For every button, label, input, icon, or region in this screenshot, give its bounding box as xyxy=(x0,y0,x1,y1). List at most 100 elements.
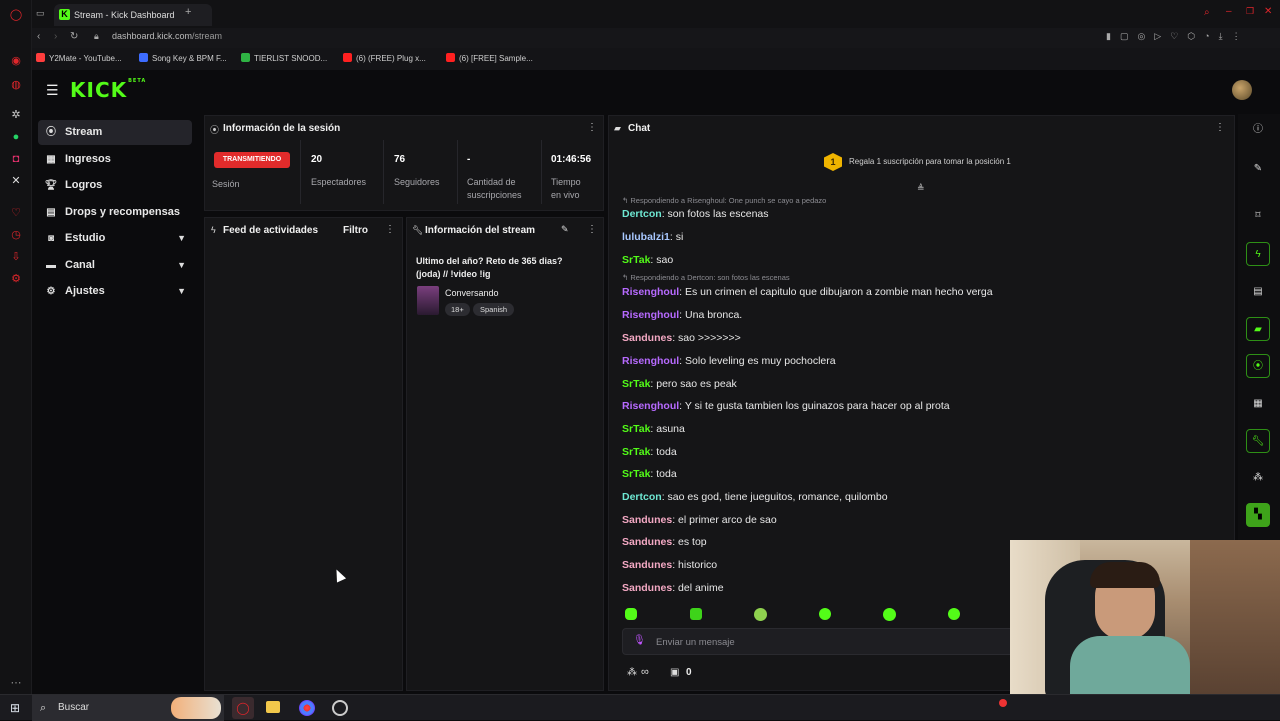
reload-icon[interactable]: ↻ xyxy=(70,31,78,42)
emote-icon[interactable] xyxy=(690,608,702,620)
chrome-icon[interactable] xyxy=(299,700,315,716)
bookmark-item[interactable]: TIERLIST SNOOD... xyxy=(241,53,327,63)
chat-username[interactable]: Risenghoul xyxy=(622,400,679,412)
chat-input[interactable]: 🎙︎ Enviar un mensaje xyxy=(622,628,1022,655)
search-icon: ⌕ xyxy=(40,702,47,714)
chat-username[interactable]: Sandunes xyxy=(622,582,672,594)
back-icon[interactable]: ‹ xyxy=(37,31,40,42)
minimize-icon[interactable]: – xyxy=(1226,6,1232,17)
sidebar-item-ajustes[interactable]: ⚙ Ajustes ▼ xyxy=(38,279,192,304)
tag-chip[interactable]: 18+ xyxy=(445,303,470,316)
session-info-panel: ⦿ Información de la sesión ⋮ TRANSMITIEN… xyxy=(204,115,604,211)
new-tab-icon[interactable]: + xyxy=(185,6,191,18)
search-icon[interactable]: ⌕ xyxy=(1204,7,1210,18)
microphone-icon[interactable]: 🎙︎ xyxy=(633,635,646,646)
emote-icon[interactable] xyxy=(883,608,896,621)
forward-icon[interactable]: › xyxy=(54,31,57,42)
sidebar-item-logros[interactable]: 🏆︎ Logros xyxy=(38,173,192,198)
broadcast-icon[interactable]: ⦿ xyxy=(1246,354,1270,378)
layout-icon[interactable]: ▦ xyxy=(1246,392,1270,416)
chat-username[interactable]: SrTak xyxy=(622,468,650,480)
chat-username[interactable]: SrTak xyxy=(622,254,650,266)
studio-icon: ◙ xyxy=(47,233,55,244)
share-icon[interactable]: ⁂ xyxy=(1246,466,1270,490)
heart-icon[interactable]: ♡ xyxy=(9,206,23,220)
points-icon[interactable]: ⁂ xyxy=(627,667,637,678)
kebab-menu-icon[interactable]: ⋮ xyxy=(587,122,597,133)
emote-icon[interactable] xyxy=(625,608,637,620)
kebab-menu-icon[interactable]: ⋮ xyxy=(1215,122,1225,133)
gift-icon[interactable]: ▣ xyxy=(670,667,679,678)
wrench-icon[interactable]: 🔧︎ xyxy=(1246,429,1270,453)
chat-username[interactable]: SrTak xyxy=(622,446,650,458)
bookmark-item[interactable]: Y2Mate - YouTube... xyxy=(36,53,122,63)
chat-username[interactable]: Risenghoul xyxy=(622,309,679,321)
file-explorer-icon[interactable] xyxy=(266,701,280,713)
clapper-icon[interactable]: ▚ xyxy=(1246,503,1270,527)
category-thumbnail[interactable] xyxy=(417,286,439,315)
emote-icon[interactable] xyxy=(948,608,960,620)
category-name[interactable]: Conversando xyxy=(445,288,499,298)
sub-goal-text[interactable]: Regala 1 suscripción para tomar la posic… xyxy=(849,157,1011,166)
avatar[interactable] xyxy=(1232,80,1252,100)
url-input[interactable]: dashboard.kick.com/stream xyxy=(112,31,222,41)
sidebar-item-ingresos[interactable]: ▦ Ingresos xyxy=(38,147,192,172)
kebab-menu-icon[interactable]: ⋮ xyxy=(587,224,597,235)
panel-title: Chat xyxy=(628,123,651,134)
more-icon[interactable]: ⋯ xyxy=(9,676,23,690)
bookmark-item[interactable]: (6) (FREE) Plug x... xyxy=(343,53,426,63)
tab-menu-icon[interactable]: ▭ xyxy=(36,8,45,19)
edit-pencil-icon[interactable]: ✎ xyxy=(561,224,569,235)
filter-button[interactable]: Filtro xyxy=(343,225,368,236)
kick-logo[interactable]: KICKBETA xyxy=(70,78,146,102)
maximize-icon[interactable]: ❐ xyxy=(1246,6,1254,17)
opera-home-icon[interactable]: ◉ xyxy=(9,54,23,68)
pin-collapse-icon[interactable]: ≜ xyxy=(917,183,925,194)
kebab-menu-icon[interactable]: ⋮ xyxy=(385,224,395,235)
chat-username[interactable]: Dertcon xyxy=(622,208,662,220)
chat-text: asuna xyxy=(656,423,685,435)
chat-username[interactable]: lulubalzi1 xyxy=(622,231,670,243)
windows-taskbar: ⊞ ⌕ Buscar ◯ xyxy=(0,694,1280,721)
chat-username[interactable]: Sandunes xyxy=(622,332,672,344)
chatgpt-icon[interactable]: ✲ xyxy=(9,108,23,122)
chat-username[interactable]: SrTak xyxy=(622,423,650,435)
close-icon[interactable]: ✕ xyxy=(1264,6,1272,17)
extension-icons[interactable]: ▮▢◎▷♡⬡◔⤓⋮ xyxy=(1106,31,1250,42)
instagram-icon[interactable]: ◘ xyxy=(9,152,23,166)
opera-taskbar-icon[interactable]: ◯ xyxy=(232,697,254,719)
chat-username[interactable]: Sandunes xyxy=(622,559,672,571)
download-icon[interactable]: ⇩ xyxy=(9,250,23,264)
sidebar-item-stream[interactable]: ⦿ Stream xyxy=(38,120,192,145)
whatsapp-icon[interactable]: ● xyxy=(9,130,23,144)
chat-icon[interactable]: ▰ xyxy=(1246,317,1270,341)
chat-username[interactable]: Sandunes xyxy=(622,514,672,526)
bolt-icon[interactable]: ϟ xyxy=(1246,242,1270,266)
info-icon[interactable]: ⓘ xyxy=(1246,118,1270,142)
chat-username[interactable]: Dertcon xyxy=(622,491,662,503)
crop-icon[interactable]: ⌑ xyxy=(1246,204,1270,228)
bookmark-item[interactable]: (6) [FREE] Sample... xyxy=(446,53,533,63)
edit-pencil-icon[interactable]: ✎ xyxy=(1246,157,1270,181)
obs-icon[interactable] xyxy=(332,700,348,716)
hamburger-menu-icon[interactable]: ☰ xyxy=(46,82,59,99)
bookmark-item[interactable]: Song Key & BPM F... xyxy=(139,53,227,63)
sidebar-item-drops[interactable]: ▤ Drops y recompensas xyxy=(38,200,192,225)
notes-icon[interactable]: ▤ xyxy=(1246,280,1270,304)
x-icon[interactable]: ✕ xyxy=(9,174,23,188)
opera-logo-icon[interactable]: ◯ xyxy=(9,8,23,22)
emote-icon[interactable] xyxy=(754,608,767,621)
settings-icon[interactable]: ⚙ xyxy=(9,272,23,286)
chat-username[interactable]: SrTak xyxy=(622,378,650,390)
history-icon[interactable]: ◷ xyxy=(9,228,23,242)
chat-username[interactable]: Risenghoul xyxy=(622,286,679,298)
windows-start-icon[interactable]: ⊞ xyxy=(10,701,20,715)
bag-icon[interactable]: ◍ xyxy=(9,78,23,92)
chat-username[interactable]: Sandunes xyxy=(622,536,672,548)
chat-username[interactable]: Risenghoul xyxy=(622,355,679,367)
sidebar-item-estudio[interactable]: ◙ Estudio ▼ xyxy=(38,226,192,251)
tag-chip[interactable]: Spanish xyxy=(473,303,515,316)
widget-thumbnail[interactable] xyxy=(171,697,221,719)
sidebar-item-canal[interactable]: ▬ Canal ▼ xyxy=(38,253,192,278)
emote-icon[interactable] xyxy=(819,608,831,620)
